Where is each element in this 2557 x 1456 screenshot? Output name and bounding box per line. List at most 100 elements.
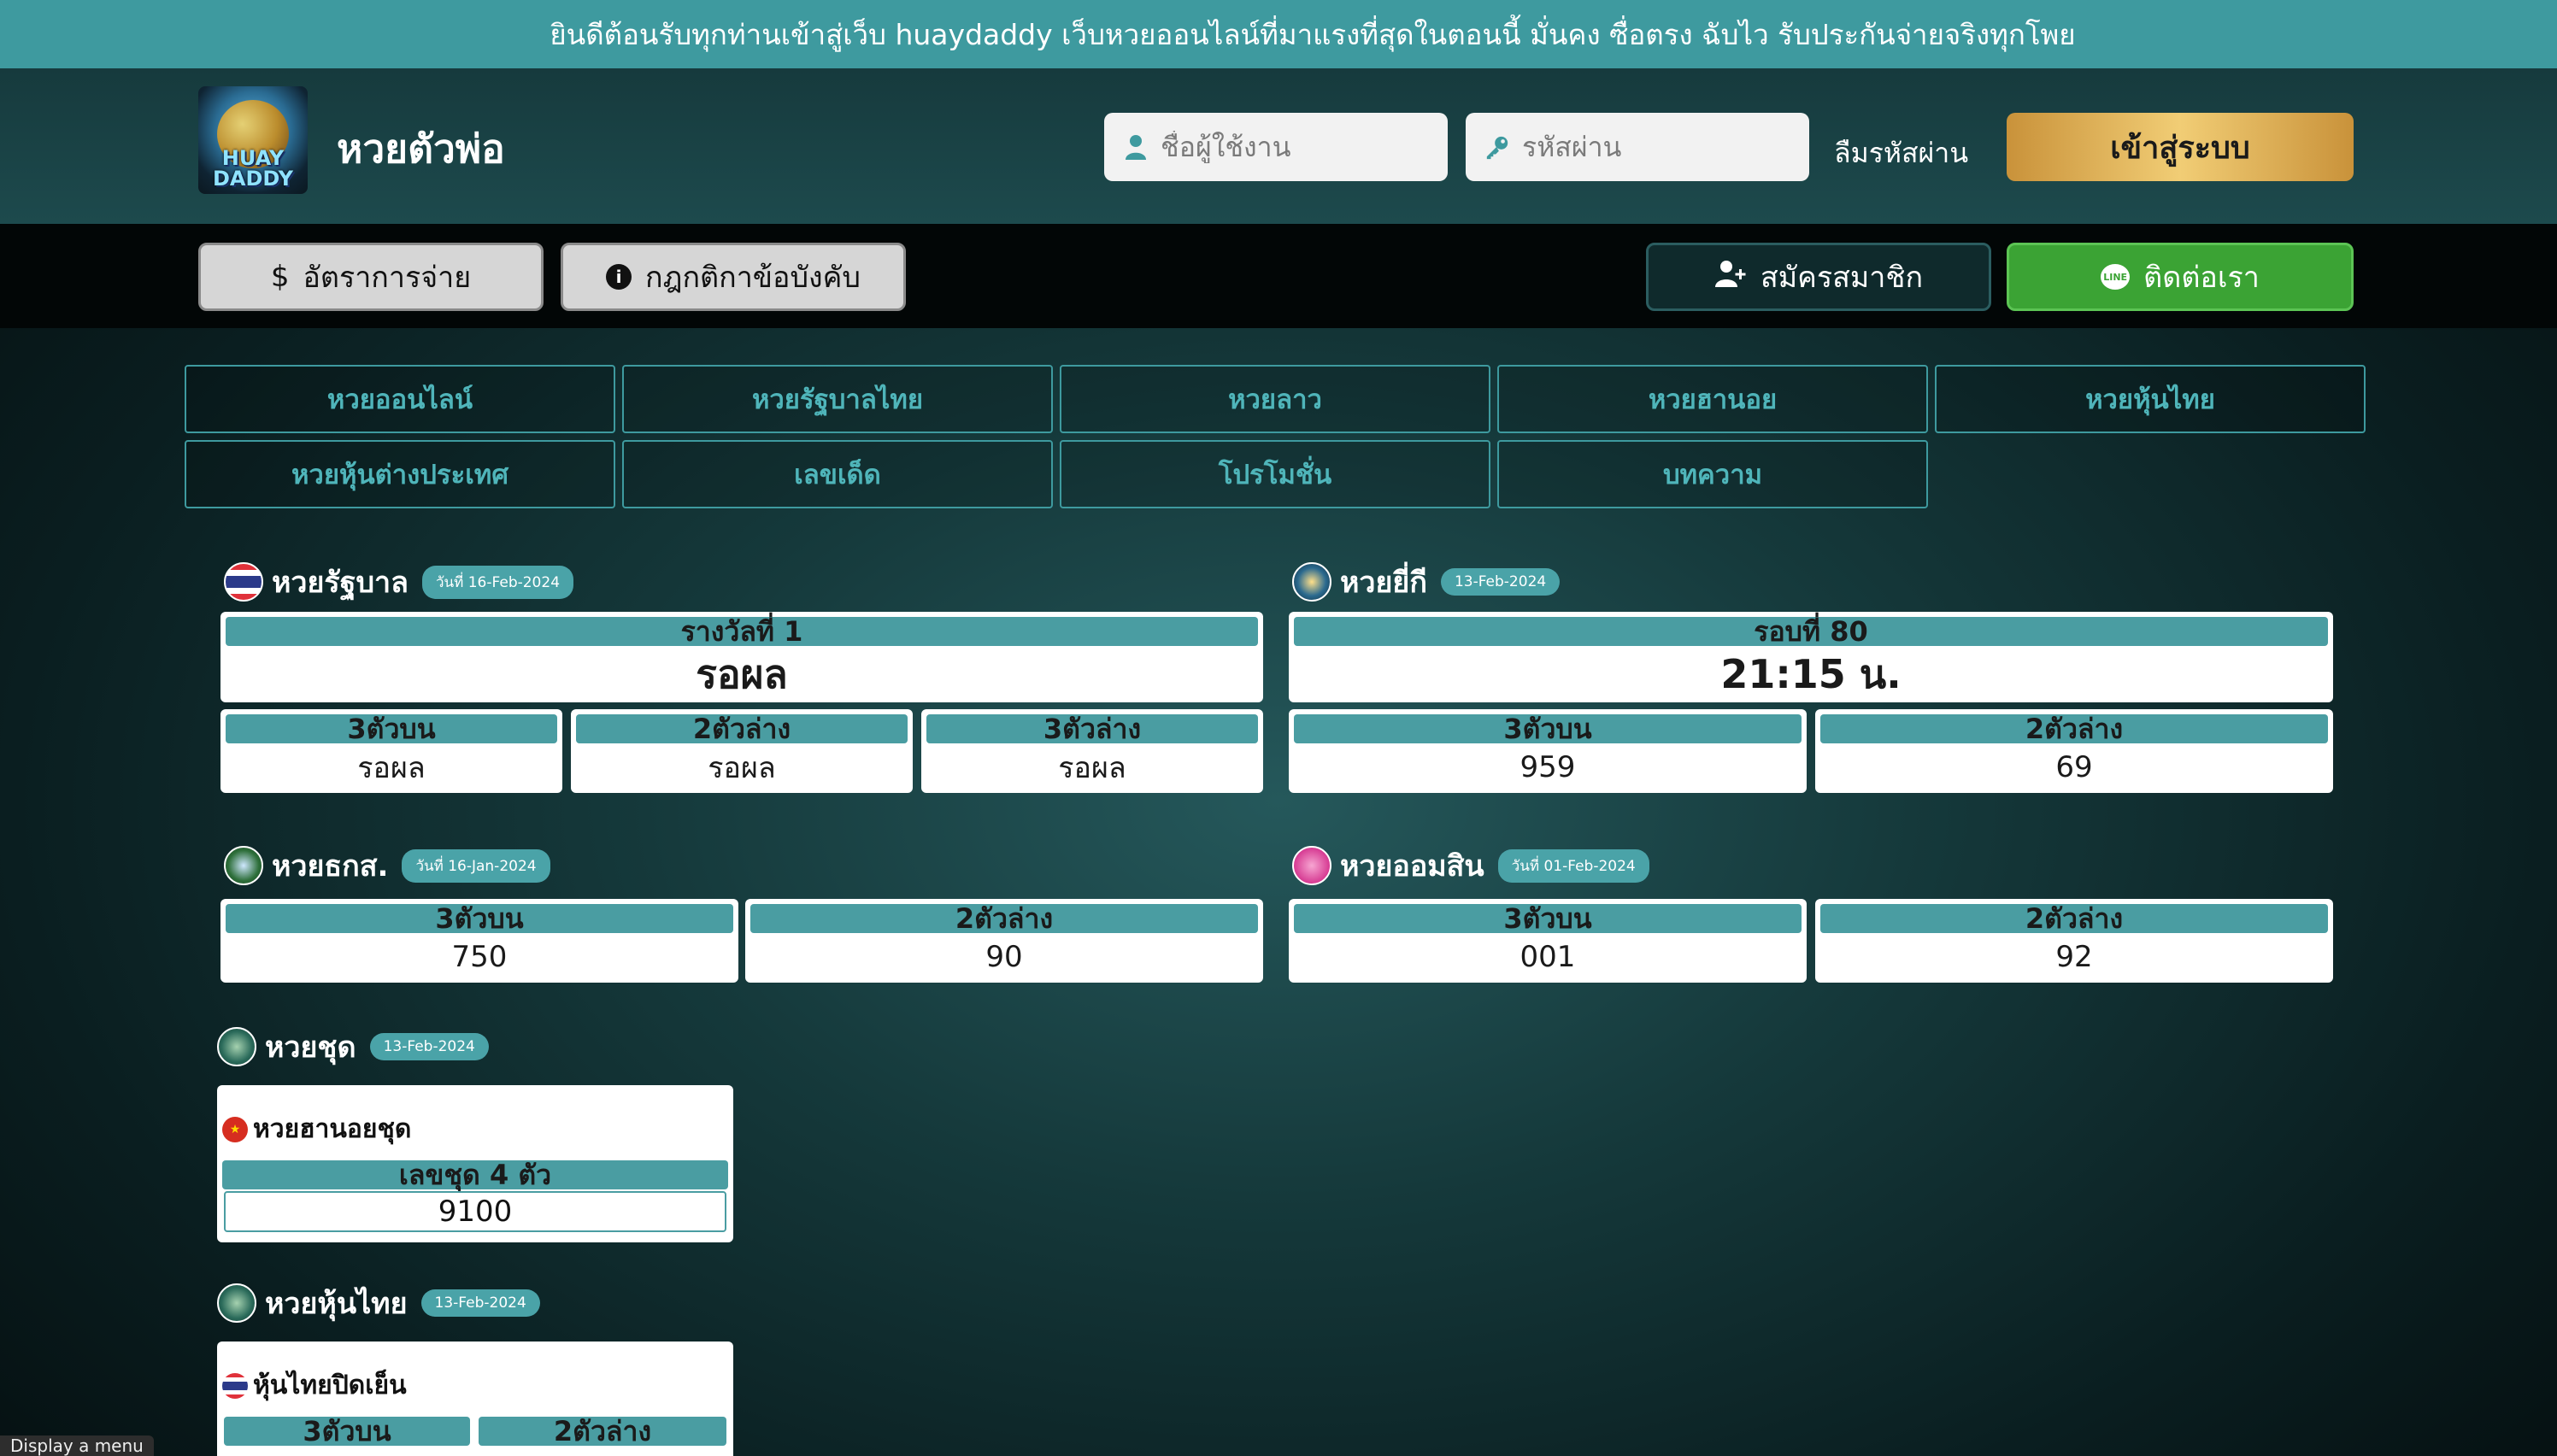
site-logo[interactable]: HUAY DADDY bbox=[198, 86, 308, 194]
category-thai-stock[interactable]: หวยหุ้นไทย bbox=[1935, 365, 2366, 433]
set-lottery-header: หวยชุด 13-Feb-2024 bbox=[217, 1024, 489, 1070]
announcement-marquee: ยินดีต้อนรับทุกท่านเข้าสู่เว็บ huaydaddy… bbox=[0, 0, 2557, 68]
login-button[interactable]: เข้าสู่ระบบ bbox=[2007, 113, 2354, 181]
thai-stock-evening-title: หุ้นไทยปิดเย็น bbox=[253, 1371, 407, 1400]
yeekee-date: 13-Feb-2024 bbox=[1440, 568, 1561, 596]
sub-navigation: $ อัตราการจ่าย i กฎกติกาข้อบังคับ สมัครส… bbox=[0, 224, 2557, 328]
dollar-icon: $ bbox=[270, 260, 290, 294]
thai-stock-evening-card: หุ้นไทยปิดเย็น 3ตัวบน 2ตัวล่าง bbox=[217, 1342, 733, 1456]
category-articles[interactable]: บทความ bbox=[1497, 440, 1928, 508]
add-user-icon bbox=[1714, 259, 1747, 296]
gov-3bottom-label: 3ตัวล่าง bbox=[926, 713, 1258, 745]
gsb-3top-label: 3ตัวบน bbox=[1294, 902, 1802, 935]
category-foreign-stock[interactable]: หวยหุ้นต่างประเทศ bbox=[185, 440, 615, 508]
password-input[interactable] bbox=[1522, 131, 1796, 163]
yeekee-title: หวยยี่กี bbox=[1340, 566, 1427, 600]
category-lao[interactable]: หวยลาว bbox=[1060, 365, 1490, 433]
gsb-2bottom-card: 2ตัวล่าง 92 bbox=[1815, 899, 2333, 983]
gov-lottery-header: หวยรัฐบาล วันที่ 16-Feb-2024 bbox=[224, 559, 574, 605]
gsb-title: หวยออมสิน bbox=[1340, 849, 1484, 884]
gsb-logo-icon bbox=[1292, 846, 1331, 885]
gov-2bottom-value: รอผล bbox=[708, 751, 776, 785]
marquee-text: ยินดีต้อนรับทุกท่านเข้าสู่เว็บ huaydaddy… bbox=[550, 17, 2076, 51]
yeekee-2bottom-value: 69 bbox=[2055, 750, 2093, 784]
thai-stock-2bottom-label: 2ตัวล่าง bbox=[479, 1415, 726, 1447]
key-icon bbox=[1484, 132, 1510, 161]
gov-2bottom-card: 2ตัวล่าง รอผล bbox=[571, 709, 913, 793]
password-field-wrapper bbox=[1466, 113, 1809, 181]
baac-3top-value: 750 bbox=[451, 940, 508, 974]
gsb-3top-value: 001 bbox=[1520, 940, 1576, 974]
set-lottery-title: หวยชุด bbox=[265, 1030, 356, 1065]
baac-logo-icon bbox=[224, 846, 263, 885]
gsb-3top-card: 3ตัวบน 001 bbox=[1289, 899, 1807, 983]
username-input[interactable] bbox=[1161, 131, 1434, 163]
gov-2bottom-label: 2ตัวล่าง bbox=[576, 713, 908, 745]
rules-label: กฎกติกาข้อบังคับ bbox=[645, 261, 861, 295]
gsb-date: วันที่ 01-Feb-2024 bbox=[1497, 848, 1649, 883]
hanoi-set-value: 9100 bbox=[224, 1191, 726, 1232]
site-title: หวยตัวพ่อ bbox=[337, 126, 505, 172]
category-promotions[interactable]: โปรโมชั่น bbox=[1060, 440, 1490, 508]
gov-main-prize-card: รางวัลที่ 1 รอผล bbox=[220, 612, 1263, 702]
baac-header: หวยธกส. วันที่ 16-Jan-2024 bbox=[224, 842, 550, 889]
baac-2bottom-value: 90 bbox=[985, 940, 1023, 974]
register-button[interactable]: สมัครสมาชิก bbox=[1646, 243, 1991, 311]
vietnam-flag-icon: ★ bbox=[222, 1116, 248, 1142]
yeekee-3top-value: 959 bbox=[1520, 750, 1576, 784]
yeekee-3top-card: 3ตัวบน 959 bbox=[1289, 709, 1807, 793]
forgot-password-link[interactable]: ลืมรหัสผ่าน bbox=[1834, 132, 1968, 175]
yeekee-round-time: 21:15 น. bbox=[1720, 650, 1902, 697]
yeekee-round-card: รอบที่ 80 21:15 น. bbox=[1289, 612, 2333, 702]
yeekee-logo-icon bbox=[1292, 562, 1331, 602]
username-field-wrapper bbox=[1104, 113, 1448, 181]
yeekee-2bottom-label: 2ตัวล่าง bbox=[1820, 713, 2328, 745]
baac-3top-card: 3ตัวบน 750 bbox=[220, 899, 738, 983]
logo-text: HUAY DADDY bbox=[213, 146, 293, 191]
category-hanoi[interactable]: หวยฮานอย bbox=[1497, 365, 1928, 433]
hanoi-set-label: เลขชุด 4 ตัว bbox=[222, 1159, 728, 1191]
yeekee-3top-label: 3ตัวบน bbox=[1294, 713, 1802, 745]
payout-rates-label: อัตราการจ่าย bbox=[303, 261, 472, 295]
thai-stock-3top-label: 3ตัวบน bbox=[224, 1415, 470, 1447]
yeekee-round-label: รอบที่ 80 bbox=[1294, 615, 2328, 648]
info-icon: i bbox=[606, 264, 632, 290]
thai-stock-evening-heading: หุ้นไทยปิดเย็น bbox=[222, 1365, 407, 1406]
baac-date: วันที่ 16-Jan-2024 bbox=[402, 848, 550, 883]
yeekee-2bottom-card: 2ตัวล่าง 69 bbox=[1815, 709, 2333, 793]
gov-3bottom-card: 3ตัวล่าง รอผล bbox=[921, 709, 1263, 793]
gov-3bottom-value: รอผล bbox=[1058, 751, 1126, 785]
payout-rates-button[interactable]: $ อัตราการจ่าย bbox=[198, 243, 544, 311]
gov-lottery-title: หวยรัฐบาล bbox=[272, 566, 409, 600]
thai-flag-icon bbox=[222, 1372, 248, 1399]
user-icon bbox=[1123, 132, 1149, 161]
category-thai-government[interactable]: หวยรัฐบาลไทย bbox=[622, 365, 1053, 433]
thai-stock-header: หวยหุ้นไทย 13-Feb-2024 bbox=[217, 1280, 540, 1326]
hanoi-set-title: หวยฮานอยชุด bbox=[253, 1114, 412, 1144]
gov-3top-value: รอผล bbox=[357, 751, 426, 785]
register-label: สมัครสมาชิก bbox=[1760, 261, 1924, 295]
thai-stock-date: 13-Feb-2024 bbox=[420, 1289, 540, 1317]
baac-2bottom-card: 2ตัวล่าง 90 bbox=[745, 899, 1263, 983]
thai-flag-icon bbox=[224, 562, 263, 602]
set-lottery-date: 13-Feb-2024 bbox=[369, 1033, 489, 1060]
category-hot-numbers[interactable]: เลขเด็ด bbox=[622, 440, 1053, 508]
category-online-lottery[interactable]: หวยออนไลน์ bbox=[185, 365, 615, 433]
baac-3top-label: 3ตัวบน bbox=[226, 902, 733, 935]
line-icon: LINE bbox=[2101, 264, 2131, 290]
thai-stock-title: หวยหุ้นไทย bbox=[265, 1287, 408, 1321]
gsb-2bottom-value: 92 bbox=[2055, 940, 2093, 974]
rules-button[interactable]: i กฎกติกาข้อบังคับ bbox=[561, 243, 906, 311]
set-lottery-logo-icon bbox=[217, 1027, 256, 1066]
gsb-header: หวยออมสิน วันที่ 01-Feb-2024 bbox=[1292, 842, 1649, 889]
yeekee-header: หวยยี่กี 13-Feb-2024 bbox=[1292, 559, 1561, 605]
gov-main-prize-value: รอผล bbox=[696, 650, 788, 697]
gov-3top-label: 3ตัวบน bbox=[226, 713, 557, 745]
hanoi-set-heading: ★ หวยฮานอยชุด bbox=[222, 1109, 411, 1149]
site-header: HUAY DADDY หวยตัวพ่อ ลืมรหัสผ่าน เข้าสู่… bbox=[0, 68, 2557, 224]
baac-title: หวยธกส. bbox=[272, 849, 389, 884]
gov-main-prize-label: รางวัลที่ 1 bbox=[226, 615, 1258, 648]
contact-button[interactable]: LINE ติดต่อเรา bbox=[2007, 243, 2354, 311]
thai-stock-logo-icon bbox=[217, 1283, 256, 1323]
hanoi-set-card: ★ หวยฮานอยชุด เลขชุด 4 ตัว 9100 bbox=[217, 1085, 733, 1242]
